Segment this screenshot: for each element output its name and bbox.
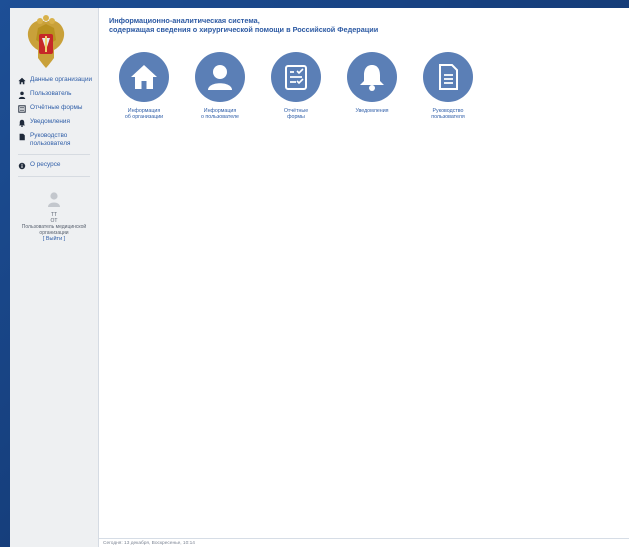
- tile-label: Руководство пользователя: [431, 108, 465, 121]
- list-icon: [18, 105, 26, 113]
- home-icon: [18, 77, 26, 85]
- logout-link[interactable]: [ Выйти ]: [10, 236, 98, 243]
- user-icon: [18, 91, 26, 99]
- tile-circle: [347, 52, 397, 102]
- checklist-icon: [285, 65, 307, 90]
- sidebar-item-about[interactable]: О ресурсе: [18, 161, 98, 170]
- coat-of-arms-emblem: [27, 15, 65, 68]
- info-icon: [18, 162, 26, 170]
- bell-icon: [360, 65, 384, 91]
- status-footer: Сегодня: 13 декабря, Воскресенье, 10:14: [99, 538, 629, 547]
- app-window: Данные организации Пользователь Отчётные…: [10, 8, 629, 547]
- user-panel: ТТ ОТ Пользователь медицинской организац…: [10, 191, 98, 243]
- tile-circle: [119, 52, 169, 102]
- avatar-icon: [48, 192, 60, 207]
- tile-label: Информация об организации: [124, 108, 164, 121]
- sidebar-item-label: Данные организации: [30, 76, 93, 83]
- tile-label: Информация о пользователе: [200, 108, 240, 121]
- sidebar-item-label: Уведомления: [30, 118, 70, 125]
- divider: [18, 154, 90, 155]
- dashboard-tiles: Информация об организации Информация о п…: [109, 52, 489, 132]
- sidebar-item-organization-data[interactable]: Данные организации: [18, 76, 98, 85]
- tile-label: Уведомления: [355, 108, 389, 114]
- sidebar-nav: Данные организации Пользователь Отчётные…: [18, 76, 98, 183]
- divider: [18, 176, 90, 177]
- tile-circle: [271, 52, 321, 102]
- home-icon: [131, 65, 157, 89]
- sidebar-item-user[interactable]: Пользователь: [18, 90, 98, 99]
- current-date-text: Сегодня: 13 декабря, Воскресенье, 10:14: [103, 541, 195, 546]
- bell-icon: [18, 119, 26, 127]
- tile-report-forms[interactable]: Отчётные формы: [261, 52, 331, 121]
- sidebar-item-label: Пользователь: [30, 90, 72, 97]
- sidebar-item-report-forms[interactable]: Отчётные формы: [18, 104, 98, 113]
- tile-user-info[interactable]: Информация о пользователе: [185, 52, 255, 121]
- document-icon: [439, 64, 458, 90]
- tile-notifications[interactable]: Уведомления: [337, 52, 407, 114]
- sidebar-item-label: О ресурсе: [30, 161, 61, 168]
- tile-label: Отчётные формы: [283, 108, 309, 121]
- sidebar-item-notifications[interactable]: Уведомления: [18, 118, 98, 127]
- sidebar: Данные организации Пользователь Отчётные…: [10, 8, 99, 547]
- sidebar-item-label: Отчётные формы: [30, 104, 83, 111]
- sidebar-item-user-guide[interactable]: Руководство пользователя: [18, 132, 98, 148]
- user-role: Пользователь медицинской организации: [21, 224, 87, 236]
- tile-organization-info[interactable]: Информация об организации: [109, 52, 179, 121]
- sidebar-item-label: Руководство пользователя: [30, 132, 71, 147]
- document-icon: [19, 133, 25, 141]
- tile-circle: [423, 52, 473, 102]
- tile-user-guide[interactable]: Руководство пользователя: [413, 52, 483, 121]
- tile-circle: [195, 52, 245, 102]
- user-icon: [208, 65, 232, 90]
- page-title: Информационно-аналитическая система, сод…: [109, 16, 379, 34]
